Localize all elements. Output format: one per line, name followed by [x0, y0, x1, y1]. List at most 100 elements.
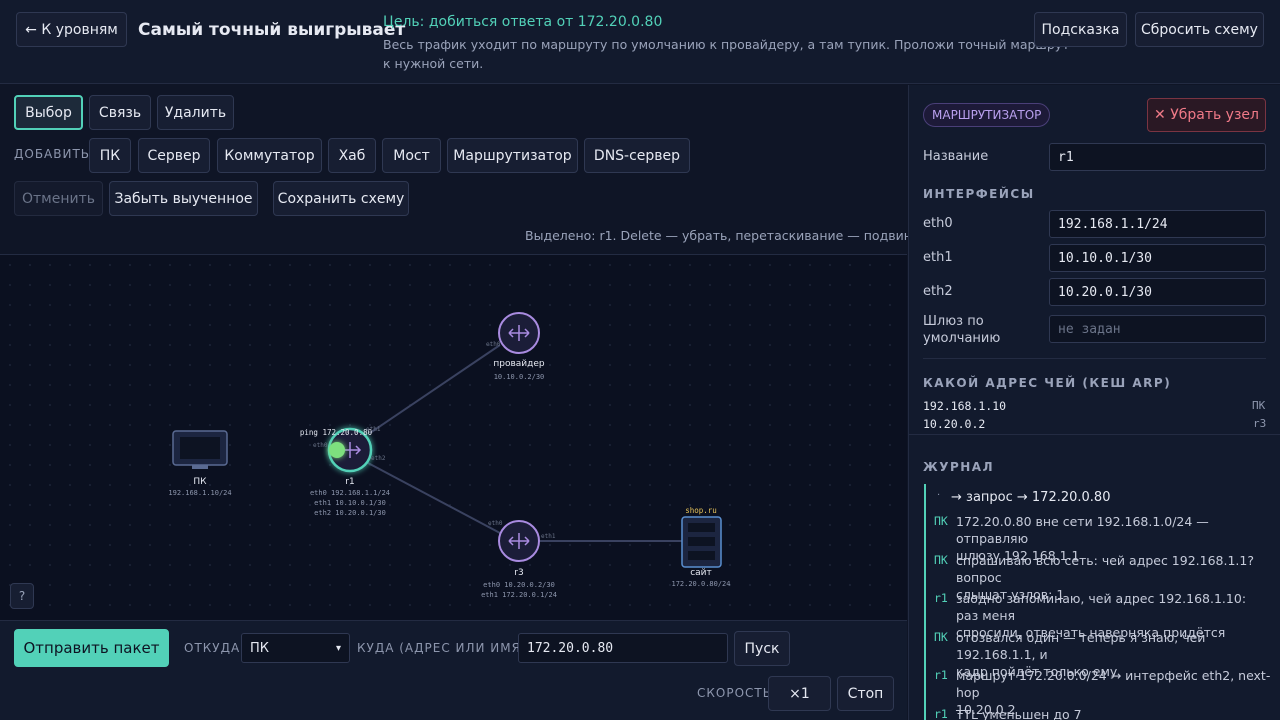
- gateway-label-line2: умолчанию: [923, 331, 1001, 346]
- network-canvas[interactable]: провайдер 10.10.0.2/30 eth0 ПК 192.168.1…: [0, 254, 907, 620]
- log-tag: ПК: [934, 630, 948, 644]
- divider: [909, 434, 1280, 435]
- packet-dot: [329, 442, 345, 458]
- log-tag: r1: [934, 707, 948, 720]
- speed-toggle-button[interactable]: ×1: [768, 676, 831, 711]
- packet-label: ping 172.20.0.80: [300, 428, 373, 437]
- r3-port-eth1: eth1: [541, 533, 556, 540]
- arp-owner-0: ПК: [1252, 399, 1266, 412]
- server-node-site[interactable]: shop.ru сайт 172.20.0.80/24: [671, 506, 730, 588]
- arp-ip-0: 192.168.1.10: [923, 399, 1007, 413]
- iface-eth1-label: eth1: [923, 250, 953, 265]
- node-name-input[interactable]: r1: [1049, 143, 1266, 171]
- reset-scheme-button[interactable]: Сбросить схему: [1135, 12, 1264, 47]
- provider-name: провайдер: [493, 359, 545, 369]
- add-router-button[interactable]: Маршрутизатор: [447, 138, 578, 173]
- add-server-button[interactable]: Сервер: [138, 138, 210, 173]
- divider: [923, 358, 1266, 359]
- mode-link-button[interactable]: Связь: [89, 95, 151, 130]
- router-node-r3[interactable]: eth0 eth1 r3 eth0 10.20.0.2/30 eth1 172.…: [481, 520, 557, 599]
- selection-status: Выделено: r1. Delete — убрать, перетаски…: [525, 228, 934, 243]
- log-line: заодно запоминаю, чей адрес 192.168.1.10…: [956, 591, 1247, 623]
- pc-name: ПК: [193, 477, 207, 487]
- site-addr: 172.20.0.80/24: [671, 580, 730, 588]
- arp-ip-1: 10.20.0.2: [923, 417, 986, 431]
- help-button[interactable]: ?: [10, 583, 34, 609]
- add-hub-button[interactable]: Хаб: [328, 138, 376, 173]
- name-label: Название: [923, 149, 989, 164]
- node-type-badge: МАРШРУТИЗАТОР: [923, 103, 1051, 127]
- to-label: КУДА (АДРЕС ИЛИ ИМЯ): [357, 641, 527, 655]
- r1-port-eth0: eth0: [313, 442, 328, 449]
- r1-iface-1: eth1 10.10.0.1/30: [314, 499, 386, 507]
- log-entry: TTL уменьшен до 7: [956, 706, 1271, 720]
- provider-port-eth0: eth0: [486, 341, 501, 348]
- router-node-r1[interactable]: ping 172.20.0.80 eth0 eth1 eth2 r1 eth0 …: [300, 426, 390, 517]
- log-tag: ПК: [934, 514, 948, 528]
- destination-input[interactable]: 172.20.0.80: [518, 633, 728, 663]
- r3-iface-0: eth0 10.20.0.2/30: [483, 581, 555, 589]
- add-bridge-button[interactable]: Мост: [382, 138, 441, 173]
- remove-node-button[interactable]: ✕ Убрать узел: [1147, 98, 1266, 132]
- from-select-value: ПК: [250, 640, 270, 656]
- send-packet-button[interactable]: Отправить пакет: [14, 629, 169, 667]
- level-description-line2: к нужной сети.: [383, 56, 484, 71]
- add-label: ДОБАВИТЬ: [14, 147, 91, 161]
- top-header: ← К уровням Самый точный выигрывает Цель…: [0, 0, 1280, 84]
- log-line: 172.20.0.80 вне сети 192.168.1.0/24 — от…: [956, 514, 1209, 546]
- log-timeline-bar: [924, 484, 926, 720]
- goal-text: Цель: добиться ответа от 172.20.0.80: [383, 14, 663, 30]
- r1-port-eth2: eth2: [371, 455, 386, 462]
- log-line: спрашиваю всю сеть: чей адрес 192.168.1.…: [956, 553, 1254, 585]
- arp-title: КАКОЙ АДРЕС ЧЕЙ (КЕШ ARP): [923, 376, 1172, 390]
- link-r1-provider[interactable]: [369, 344, 501, 434]
- pc-addr: 192.168.1.10/24: [168, 489, 231, 497]
- r3-name: r3: [514, 568, 523, 578]
- link-r1-r3[interactable]: [367, 462, 501, 534]
- level-description-line1: Весь трафик уходит по маршруту по умолча…: [383, 37, 1070, 52]
- log-line: маршрут 172.20.0.0/24 → интерфейс eth2, …: [956, 668, 1271, 700]
- r1-name: r1: [345, 477, 354, 487]
- bullet-icon: ·: [937, 490, 941, 501]
- log-tag: r1: [934, 668, 948, 682]
- interfaces-title: ИНТЕРФЕЙСЫ: [923, 187, 1035, 201]
- topology-svg: провайдер 10.10.0.2/30 eth0 ПК 192.168.1…: [168, 312, 731, 599]
- provider-addr: 10.10.0.2/30: [494, 373, 545, 381]
- pc-node[interactable]: ПК 192.168.1.10/24: [168, 430, 232, 497]
- r3-iface-1: eth1 172.20.0.1/24: [481, 591, 557, 599]
- gateway-input[interactable]: не задан: [1049, 315, 1266, 343]
- log-tag: r1: [934, 591, 948, 605]
- gateway-label-line1: Шлюз по: [923, 314, 984, 329]
- stop-button[interactable]: Стоп: [837, 676, 894, 711]
- log-request: → запрос → 172.20.0.80: [951, 490, 1111, 505]
- back-to-levels-button[interactable]: ← К уровням: [16, 12, 127, 47]
- iface-eth2-input[interactable]: 10.20.0.1/30: [1049, 278, 1266, 306]
- add-pc-button[interactable]: ПК: [89, 138, 131, 173]
- iface-eth0-label: eth0: [923, 216, 953, 231]
- log-title: ЖУРНАЛ: [923, 460, 995, 474]
- save-scheme-button[interactable]: Сохранить схему: [273, 181, 409, 216]
- r1-iface-0: eth0 192.168.1.1/24: [310, 489, 390, 497]
- from-select[interactable]: ПК ▾: [241, 633, 350, 663]
- router-node-provider[interactable]: провайдер 10.10.0.2/30 eth0: [486, 312, 545, 381]
- add-switch-button[interactable]: Коммутатор: [217, 138, 322, 173]
- undo-button[interactable]: Отменить: [14, 181, 103, 216]
- level-title: Самый точный выигрывает: [138, 20, 406, 40]
- hint-button[interactable]: Подсказка: [1034, 12, 1127, 47]
- forget-learned-button[interactable]: Забыть выученное: [109, 181, 258, 216]
- run-button[interactable]: Пуск: [734, 631, 790, 666]
- log-tag: ПК: [934, 553, 948, 567]
- arp-owner-1: r3: [1253, 417, 1267, 430]
- iface-eth0-input[interactable]: 192.168.1.1/24: [1049, 210, 1266, 238]
- r1-port-eth1: eth1: [366, 426, 381, 433]
- iface-eth1-input[interactable]: 10.10.0.1/30: [1049, 244, 1266, 272]
- r1-iface-2: eth2 10.20.0.1/30: [314, 509, 386, 517]
- mode-delete-button[interactable]: Удалить: [157, 95, 234, 130]
- add-dns-server-button[interactable]: DNS-сервер: [584, 138, 690, 173]
- iface-eth2-label: eth2: [923, 284, 953, 299]
- chevron-down-icon: ▾: [335, 642, 341, 654]
- from-label: ОТКУДА: [184, 641, 241, 655]
- site-name: сайт: [690, 568, 712, 578]
- r3-port-eth0: eth0: [488, 520, 503, 527]
- mode-select-button[interactable]: Выбор: [14, 95, 83, 130]
